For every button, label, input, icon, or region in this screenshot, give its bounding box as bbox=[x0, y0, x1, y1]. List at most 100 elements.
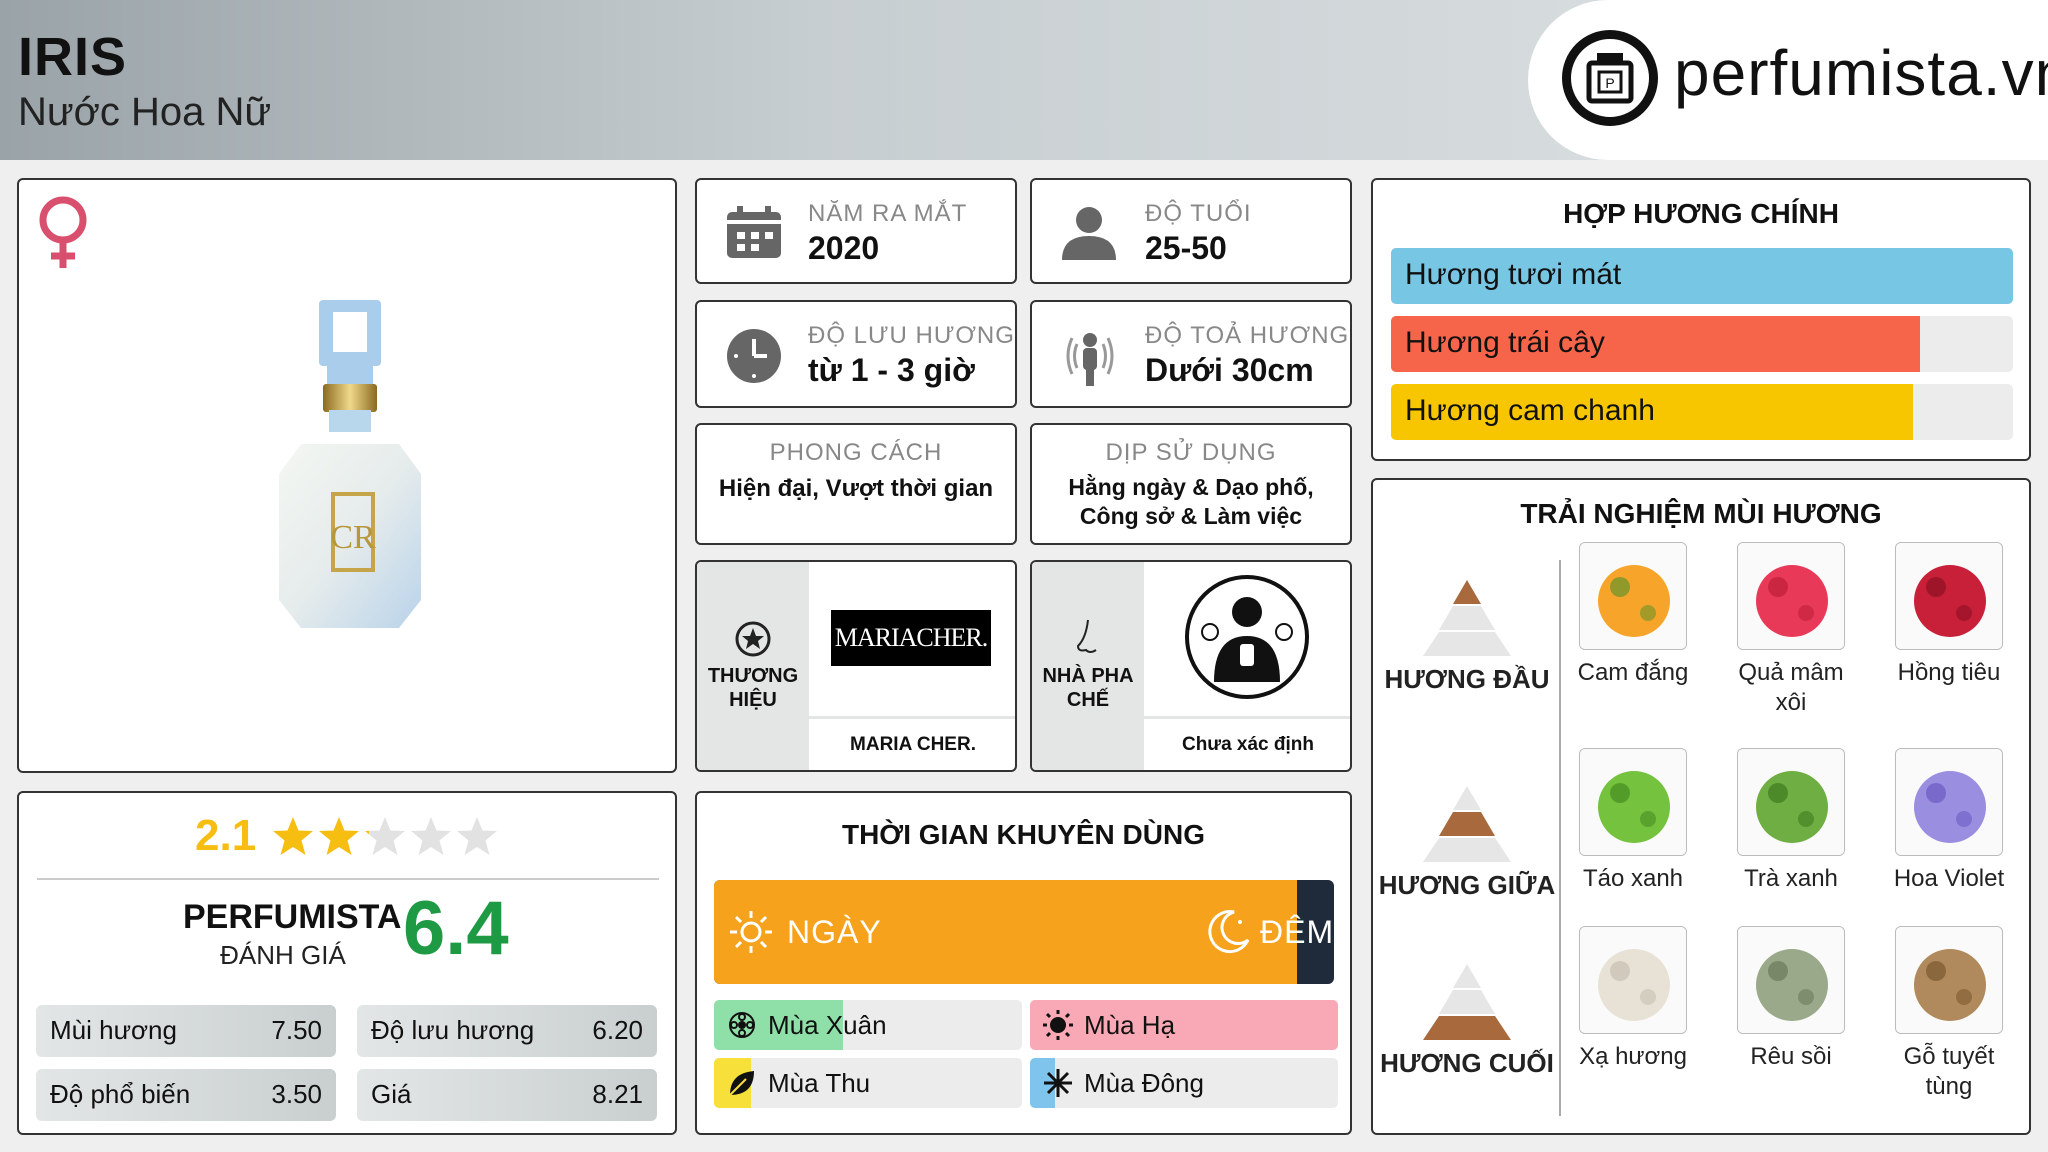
note-name: Quả mâm xôi bbox=[1738, 659, 1844, 716]
usage-time-card: THỜI GIAN KHUYÊN DÙNG NGÀY ĐÊM Mùa Xuân M… bbox=[695, 791, 1352, 1135]
season-item: Mùa Đông bbox=[1030, 1058, 1338, 1108]
perfumer-label: NHÀ PHA CHẾ bbox=[1042, 665, 1134, 711]
accord-label: Hương trái cây bbox=[1405, 326, 1605, 359]
eval-label: ĐÁNH GIÁ bbox=[220, 940, 346, 970]
style-card: PHONG CÁCH Hiện đại, Vượt thời gian bbox=[695, 423, 1017, 545]
accord-label: Hương cam chanh bbox=[1405, 394, 1655, 427]
star-rating-value: 2.1 bbox=[195, 811, 257, 860]
score-value: 8.21 bbox=[592, 1079, 643, 1109]
style-label: PHONG CÁCH bbox=[769, 439, 943, 466]
sillage-label: ĐỘ TOẢ HƯƠNG bbox=[1145, 322, 1350, 349]
note-image bbox=[1895, 542, 2003, 650]
accord-row: Hương cam chanh bbox=[1391, 384, 2013, 440]
note-image bbox=[1895, 926, 2003, 1034]
pyramid-icon bbox=[1423, 964, 1511, 1040]
note-image bbox=[1579, 926, 1687, 1034]
score-value: 3.50 bbox=[271, 1079, 322, 1109]
perfume-bottle-logo-icon: P bbox=[1562, 30, 1658, 126]
release-year-card: NĂM RA MẮT 2020 bbox=[695, 178, 1017, 284]
perfumer-avatar-icon bbox=[1185, 575, 1309, 699]
accord-row: Hương trái cây bbox=[1391, 316, 2013, 372]
longevity-card: ĐỘ LƯU HƯƠNG từ 1 - 3 giờ bbox=[695, 300, 1017, 408]
score-box: Độ phổ biến 3.50 bbox=[36, 1069, 336, 1121]
sillage-card: ĐỘ TOẢ HƯƠNG Dưới 30cm bbox=[1030, 300, 1352, 408]
accord-label: Hương tươi mát bbox=[1405, 258, 1622, 291]
season-item: Mùa Thu bbox=[714, 1058, 1022, 1108]
age-card: ĐỘ TUỔI 25-50 bbox=[1030, 178, 1352, 284]
release-year-label: NĂM RA MẮT bbox=[808, 200, 968, 227]
note-name: Hồng tiêu bbox=[1897, 659, 2001, 686]
perfumer-name: Chưa xác định bbox=[1181, 734, 1314, 755]
perfumer-card[interactable]: NHÀ PHA CHẾ Chưa xác định bbox=[1030, 560, 1352, 772]
note-name: Xạ hương bbox=[1579, 1043, 1687, 1070]
occasion-card: DỊP SỬ DỤNG Hằng ngày & Dạo phố, Công sở… bbox=[1030, 423, 1352, 545]
season-item: Mùa Hạ bbox=[1030, 1000, 1338, 1050]
radiating-person-icon bbox=[1066, 333, 1114, 386]
season-level-fill bbox=[1030, 1000, 1338, 1050]
female-symbol-icon bbox=[39, 196, 87, 268]
brand-card[interactable]: THƯƠNG HIỆU MARIACHER. MARIA CHER. bbox=[695, 560, 1017, 772]
note-name: Gỗ tuyết tùng bbox=[1903, 1043, 1995, 1100]
note-image bbox=[1737, 748, 1845, 856]
age-value: 25-50 bbox=[1145, 230, 1227, 266]
rating-card: 2.1 PERFUMISTA ĐÁNH GIÁ 6.4 Mùi hương 7.5… bbox=[17, 791, 677, 1135]
page-title: IRIS bbox=[18, 27, 128, 87]
note-image bbox=[1737, 926, 1845, 1034]
style-value: Hiện đại, Vượt thời gian bbox=[718, 475, 994, 502]
star-icon bbox=[273, 817, 313, 855]
brand-label: THƯƠNG HIỆU bbox=[707, 665, 799, 711]
sillage-value: Dưới 30cm bbox=[1145, 352, 1314, 388]
note-image bbox=[1737, 542, 1845, 650]
svg-text:CR: CR bbox=[330, 519, 376, 556]
note-tier-label: HƯƠNG GIỮA bbox=[1378, 870, 1556, 900]
scent-notes-card: TRẢI NGHIỆM MÙI HƯƠNG HƯƠNG ĐẦU Cam đắng Q… bbox=[1371, 478, 2031, 1135]
note-tier-label: HƯƠNG CUỐI bbox=[1380, 1048, 1554, 1078]
calendar-icon bbox=[727, 206, 781, 258]
star-icon bbox=[411, 817, 451, 855]
brand-name: MARIA CHER. bbox=[850, 734, 976, 755]
score-label: Mùi hương bbox=[50, 1015, 177, 1045]
clock-icon bbox=[727, 329, 781, 383]
brand-logo: MARIACHER. bbox=[831, 610, 991, 666]
summer-sun-icon bbox=[1043, 1010, 1073, 1040]
note-name: Hoa Violet bbox=[1893, 865, 2005, 892]
occasion-value: Hằng ngày & Dạo phố, Công sở & Làm việc bbox=[1068, 474, 1314, 529]
season-label: Mùa Đông bbox=[1084, 1068, 1204, 1098]
score-box: Độ lưu hương 6.20 bbox=[357, 1005, 657, 1057]
accord-row: Hương tươi mát bbox=[1391, 248, 2013, 304]
score-label: Giá bbox=[371, 1079, 412, 1109]
perfumista-score: 6.4 bbox=[403, 886, 509, 971]
score-box: Mùi hương 7.50 bbox=[36, 1005, 336, 1057]
star-badge-icon bbox=[735, 621, 771, 657]
note-image bbox=[1579, 542, 1687, 650]
perfumer-divider bbox=[1144, 716, 1350, 719]
snowflake-icon bbox=[1044, 1069, 1072, 1097]
day-night-bar: NGÀY ĐÊM bbox=[714, 880, 1334, 984]
season-label: Mùa Xuân bbox=[768, 1010, 887, 1040]
main-accords-card: HỢP HƯƠNG CHÍNH Hương tươi mát Hương trái… bbox=[1371, 178, 2031, 461]
occasion-label: DỊP SỬ DỤNG bbox=[1105, 439, 1277, 466]
rating-divider bbox=[37, 878, 659, 880]
longevity-value: từ 1 - 3 giờ bbox=[808, 352, 975, 388]
note-tier-label: HƯƠNG ĐẦU bbox=[1384, 664, 1550, 694]
season-label: Mùa Hạ bbox=[1084, 1010, 1176, 1040]
flower-icon bbox=[729, 1012, 755, 1038]
logo-text[interactable]: perfumista.vn bbox=[1674, 36, 2048, 110]
star-icon bbox=[457, 817, 497, 855]
score-label: Độ lưu hương bbox=[371, 1015, 535, 1045]
perfume-bottle-image: CR bbox=[279, 300, 421, 628]
pyramid-icon bbox=[1423, 786, 1511, 862]
notes-title: TRẢI NGHIỆM MÙI HƯƠNG bbox=[1520, 498, 1882, 529]
time-title: THỜI GIAN KHUYÊN DÙNG bbox=[841, 819, 1205, 850]
note-name: Trà xanh bbox=[1744, 865, 1838, 892]
note-name: Cam đắng bbox=[1577, 659, 1689, 686]
day-label: NGÀY bbox=[787, 914, 882, 950]
accords-title: HỢP HƯƠNG CHÍNH bbox=[1563, 198, 1839, 229]
perfumista-label: PERFUMISTA bbox=[183, 898, 402, 936]
note-image bbox=[1579, 748, 1687, 856]
season-item: Mùa Xuân bbox=[714, 1000, 1022, 1050]
score-label: Độ phổ biến bbox=[50, 1079, 191, 1109]
score-box: Giá 8.21 bbox=[357, 1069, 657, 1121]
person-icon bbox=[1062, 207, 1116, 260]
sun-icon bbox=[730, 911, 772, 953]
